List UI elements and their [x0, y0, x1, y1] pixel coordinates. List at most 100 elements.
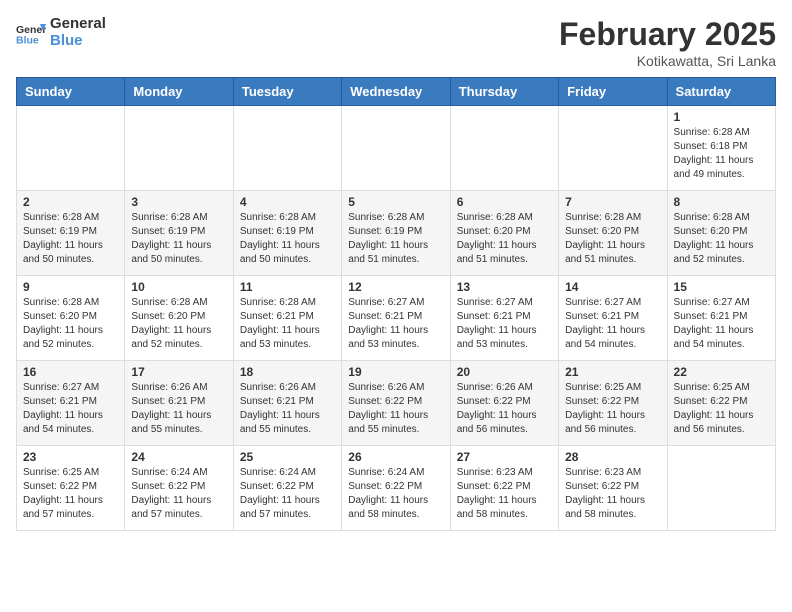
day-number: 20 [457, 365, 552, 379]
svg-text:Blue: Blue [16, 34, 39, 45]
calendar-cell: 18 Sunrise: 6:26 AM Sunset: 6:21 PM Dayli… [233, 361, 341, 446]
calendar-cell: 19 Sunrise: 6:26 AM Sunset: 6:22 PM Dayli… [342, 361, 450, 446]
logo-general: General [50, 16, 106, 33]
day-info: Sunrise: 6:28 AM Sunset: 6:19 PM Dayligh… [23, 211, 118, 267]
day-number: 1 [674, 110, 769, 124]
day-number: 12 [348, 280, 443, 294]
day-number: 21 [565, 365, 660, 379]
day-info: Sunrise: 6:26 AM Sunset: 6:21 PM Dayligh… [131, 381, 226, 437]
day-number: 15 [674, 280, 769, 294]
calendar-cell: 11 Sunrise: 6:28 AM Sunset: 6:21 PM Dayli… [233, 276, 341, 361]
calendar-cell: 13Sunrise: 6:27 AM Sunset: 6:21 PM Dayli… [450, 276, 558, 361]
weekday-header-row: SundayMondayTuesdayWednesdayThursdayFrid… [17, 78, 776, 106]
day-number: 3 [131, 195, 226, 209]
day-info: Sunrise: 6:28 AM Sunset: 6:19 PM Dayligh… [348, 211, 443, 267]
day-info: Sunrise: 6:27 AM Sunset: 6:21 PM Dayligh… [348, 296, 443, 352]
day-number: 8 [674, 195, 769, 209]
calendar-cell: 16 Sunrise: 6:27 AM Sunset: 6:21 PM Dayli… [17, 361, 125, 446]
day-info: Sunrise: 6:25 AM Sunset: 6:22 PM Dayligh… [674, 381, 769, 437]
calendar-cell [450, 106, 558, 191]
day-number: 26 [348, 450, 443, 464]
day-number: 5 [348, 195, 443, 209]
calendar: SundayMondayTuesdayWednesdayThursdayFrid… [16, 77, 776, 531]
day-number: 27 [457, 450, 552, 464]
day-number: 10 [131, 280, 226, 294]
header: General Blue General Blue February 2025 … [16, 16, 776, 69]
title-area: February 2025 Kotikawatta, Sri Lanka [559, 16, 776, 69]
day-number: 2 [23, 195, 118, 209]
day-number: 18 [240, 365, 335, 379]
day-info: Sunrise: 6:28 AM Sunset: 6:20 PM Dayligh… [674, 211, 769, 267]
calendar-cell [17, 106, 125, 191]
day-number: 13 [457, 280, 552, 294]
day-number: 6 [457, 195, 552, 209]
month-year: February 2025 [559, 16, 776, 53]
day-info: Sunrise: 6:28 AM Sunset: 6:19 PM Dayligh… [131, 211, 226, 267]
day-info: Sunrise: 6:26 AM Sunset: 6:21 PM Dayligh… [240, 381, 335, 437]
calendar-cell: 25Sunrise: 6:24 AM Sunset: 6:22 PM Dayli… [233, 446, 341, 531]
day-number: 19 [348, 365, 443, 379]
day-info: Sunrise: 6:28 AM Sunset: 6:20 PM Dayligh… [457, 211, 552, 267]
calendar-cell: 27 Sunrise: 6:23 AM Sunset: 6:22 PM Dayli… [450, 446, 558, 531]
day-number: 24 [131, 450, 226, 464]
calendar-cell: 23Sunrise: 6:25 AM Sunset: 6:22 PM Dayli… [17, 446, 125, 531]
calendar-cell: 24 Sunrise: 6:24 AM Sunset: 6:22 PM Dayli… [125, 446, 233, 531]
logo: General Blue General Blue [16, 16, 106, 49]
logo-icon: General Blue [16, 21, 46, 45]
calendar-cell: 22 Sunrise: 6:25 AM Sunset: 6:22 PM Dayli… [667, 361, 775, 446]
calendar-cell: 1 Sunrise: 6:28 AM Sunset: 6:18 PM Daylig… [667, 106, 775, 191]
weekday-header-thursday: Thursday [450, 78, 558, 106]
calendar-cell: 12 Sunrise: 6:27 AM Sunset: 6:21 PM Dayli… [342, 276, 450, 361]
day-info: Sunrise: 6:26 AM Sunset: 6:22 PM Dayligh… [348, 381, 443, 437]
calendar-cell: 21 Sunrise: 6:25 AM Sunset: 6:22 PM Dayli… [559, 361, 667, 446]
weekday-header-monday: Monday [125, 78, 233, 106]
logo-blue: Blue [50, 33, 106, 50]
calendar-cell: 4Sunrise: 6:28 AM Sunset: 6:19 PM Daylig… [233, 191, 341, 276]
day-info: Sunrise: 6:27 AM Sunset: 6:21 PM Dayligh… [23, 381, 118, 437]
location: Kotikawatta, Sri Lanka [559, 53, 776, 69]
weekday-header-wednesday: Wednesday [342, 78, 450, 106]
weekday-header-tuesday: Tuesday [233, 78, 341, 106]
day-number: 28 [565, 450, 660, 464]
calendar-cell [559, 106, 667, 191]
calendar-cell: 7Sunrise: 6:28 AM Sunset: 6:20 PM Daylig… [559, 191, 667, 276]
day-info: Sunrise: 6:24 AM Sunset: 6:22 PM Dayligh… [131, 466, 226, 522]
calendar-cell: 14Sunrise: 6:27 AM Sunset: 6:21 PM Dayli… [559, 276, 667, 361]
calendar-cell: 20 Sunrise: 6:26 AM Sunset: 6:22 PM Dayli… [450, 361, 558, 446]
day-info: Sunrise: 6:28 AM Sunset: 6:21 PM Dayligh… [240, 296, 335, 352]
day-info: Sunrise: 6:25 AM Sunset: 6:22 PM Dayligh… [23, 466, 118, 522]
calendar-cell: 28 Sunrise: 6:23 AM Sunset: 6:22 PM Dayli… [559, 446, 667, 531]
calendar-cell [342, 106, 450, 191]
day-number: 25 [240, 450, 335, 464]
day-number: 11 [240, 280, 335, 294]
day-number: 9 [23, 280, 118, 294]
calendar-cell [125, 106, 233, 191]
calendar-cell: 8 Sunrise: 6:28 AM Sunset: 6:20 PM Daylig… [667, 191, 775, 276]
weekday-header-friday: Friday [559, 78, 667, 106]
weekday-header-saturday: Saturday [667, 78, 775, 106]
week-row-2: 2 Sunrise: 6:28 AM Sunset: 6:19 PM Daylig… [17, 191, 776, 276]
day-info: Sunrise: 6:28 AM Sunset: 6:18 PM Dayligh… [674, 126, 769, 182]
day-info: Sunrise: 6:28 AM Sunset: 6:20 PM Dayligh… [131, 296, 226, 352]
calendar-cell: 15 Sunrise: 6:27 AM Sunset: 6:21 PM Dayli… [667, 276, 775, 361]
week-row-1: 1 Sunrise: 6:28 AM Sunset: 6:18 PM Daylig… [17, 106, 776, 191]
day-number: 14 [565, 280, 660, 294]
calendar-cell: 26 Sunrise: 6:24 AM Sunset: 6:22 PM Dayli… [342, 446, 450, 531]
calendar-cell: 10 Sunrise: 6:28 AM Sunset: 6:20 PM Dayli… [125, 276, 233, 361]
day-number: 22 [674, 365, 769, 379]
week-row-5: 23Sunrise: 6:25 AM Sunset: 6:22 PM Dayli… [17, 446, 776, 531]
day-info: Sunrise: 6:23 AM Sunset: 6:22 PM Dayligh… [565, 466, 660, 522]
day-info: Sunrise: 6:25 AM Sunset: 6:22 PM Dayligh… [565, 381, 660, 437]
day-info: Sunrise: 6:27 AM Sunset: 6:21 PM Dayligh… [674, 296, 769, 352]
day-number: 4 [240, 195, 335, 209]
day-info: Sunrise: 6:28 AM Sunset: 6:20 PM Dayligh… [565, 211, 660, 267]
day-info: Sunrise: 6:26 AM Sunset: 6:22 PM Dayligh… [457, 381, 552, 437]
calendar-cell: 2 Sunrise: 6:28 AM Sunset: 6:19 PM Daylig… [17, 191, 125, 276]
day-number: 17 [131, 365, 226, 379]
day-number: 16 [23, 365, 118, 379]
day-info: Sunrise: 6:24 AM Sunset: 6:22 PM Dayligh… [348, 466, 443, 522]
calendar-cell: 6 Sunrise: 6:28 AM Sunset: 6:20 PM Daylig… [450, 191, 558, 276]
calendar-cell: 5 Sunrise: 6:28 AM Sunset: 6:19 PM Daylig… [342, 191, 450, 276]
day-info: Sunrise: 6:23 AM Sunset: 6:22 PM Dayligh… [457, 466, 552, 522]
calendar-cell: 9Sunrise: 6:28 AM Sunset: 6:20 PM Daylig… [17, 276, 125, 361]
